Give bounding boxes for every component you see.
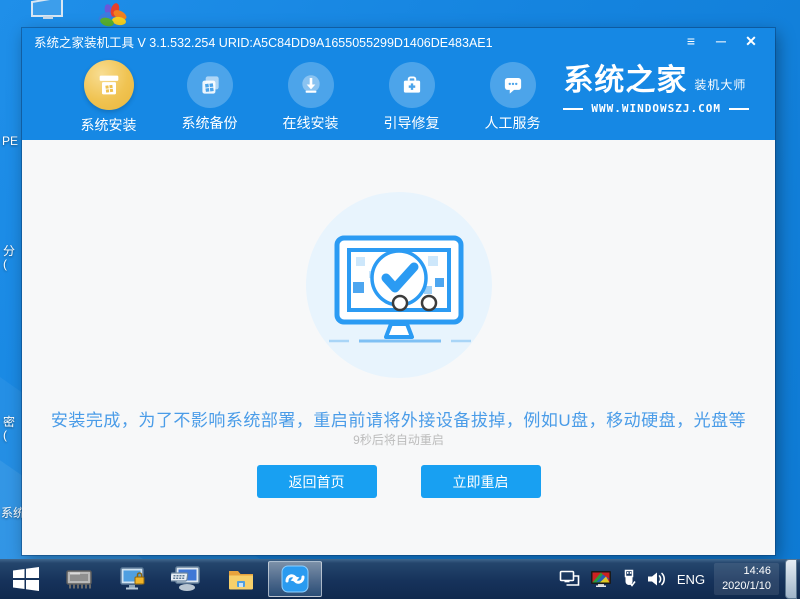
minimize-button[interactable]: ─	[709, 31, 733, 51]
desktop-label-fragment: PE	[2, 134, 19, 148]
desktop-label-fragment: 密 (	[3, 415, 16, 442]
folder-icon	[229, 571, 253, 590]
clock-time: 14:46	[743, 564, 771, 577]
titlebar: 系统之家装机工具 V 3.1.532.254 URID:A5C84DD9A165…	[22, 28, 775, 54]
nav-item-system-install[interactable]: 系统安装	[58, 60, 159, 135]
nav-item-label: 引导修复	[383, 115, 440, 131]
desktop-icon-computer[interactable]	[28, 0, 68, 27]
action-buttons: 返回首页 立即重启	[22, 465, 775, 498]
start-button[interactable]	[0, 559, 52, 599]
restart-countdown: 9秒后将自动重启	[353, 433, 444, 447]
brand-site: WWW.WINDOWSZJ.COM	[563, 102, 749, 115]
brand-title: 系统之家	[563, 64, 688, 97]
taskbar-item-onscreen-keyboard[interactable]	[160, 561, 214, 597]
clock[interactable]: 14:46 2020/1/10	[714, 562, 779, 596]
boot-repair-icon	[388, 62, 435, 108]
support-chat-icon	[489, 62, 536, 108]
close-button[interactable]: ✕	[739, 31, 763, 51]
nav-item-label: 系统备份	[181, 115, 238, 131]
install-complete-illustration	[299, 190, 499, 395]
monitor-lock-icon	[120, 567, 145, 590]
taskbar-item-memory-tool[interactable]	[52, 561, 106, 597]
keyboard-monitor-icon	[171, 566, 200, 591]
menu-button[interactable]: ≡	[679, 31, 703, 51]
nav-item-label: 在线安装	[282, 115, 339, 131]
nav-item-support-service[interactable]: 人工服务	[462, 60, 563, 133]
restart-now-button[interactable]: 立即重启	[420, 465, 541, 498]
brand-logo: 系统之家 装机大师 WWW.WINDOWSZJ.COM	[563, 60, 749, 115]
system-install-icon	[83, 60, 134, 110]
online-install-icon	[287, 62, 334, 108]
volume-icon[interactable]	[646, 570, 668, 588]
installer-window: 系统之家装机工具 V 3.1.532.254 URID:A5C84DD9A165…	[22, 28, 775, 555]
taskbar-item-remote-lock[interactable]	[106, 561, 160, 597]
memory-chip-icon	[66, 570, 92, 589]
language-indicator[interactable]: ENG	[677, 572, 705, 587]
installer-app-icon	[281, 565, 309, 593]
nav-item-boot-repair[interactable]: 引导修复	[361, 60, 462, 133]
usb-device-icon[interactable]	[621, 569, 637, 589]
system-tray: ENG 14:46 2020/1/10	[559, 562, 779, 596]
window-controls: ≡ ─ ✕	[679, 31, 763, 51]
clock-date: 2020/1/10	[722, 580, 771, 592]
nav-item-system-backup[interactable]: 系统备份	[159, 60, 260, 133]
network-icon[interactable]	[559, 570, 581, 588]
back-home-button[interactable]: 返回首页	[256, 465, 377, 498]
display-color-icon[interactable]	[590, 570, 612, 588]
nav-bar: 系统安装 系统备份 在线安装 引导修复 人工服务 系统之家 装机大师 WWW.W…	[22, 54, 775, 140]
desktop-label-fragment: 分 (	[3, 244, 16, 271]
taskbar-item-installer-app[interactable]	[268, 561, 322, 597]
brand-subtitle: 装机大师	[694, 78, 747, 92]
taskbar-item-file-explorer[interactable]	[214, 561, 268, 597]
nav-item-online-install[interactable]: 在线安装	[260, 60, 361, 133]
system-backup-icon	[186, 62, 233, 108]
main-content: 安装完成，为了不影响系统部署，重启前请将外接设备拔掉，例如U盘，移动硬盘，光盘等…	[22, 140, 775, 555]
windows-logo-icon	[13, 567, 39, 591]
nav-item-label: 人工服务	[484, 115, 541, 131]
install-complete-message: 安装完成，为了不影响系统部署，重启前请将外接设备拔掉，例如U盘，移动硬盘，光盘等	[50, 411, 747, 430]
window-title: 系统之家装机工具 V 3.1.532.254 URID:A5C84DD9A165…	[34, 35, 493, 50]
nav-item-label: 系统安装	[80, 117, 137, 133]
taskbar: ENG 14:46 2020/1/10	[0, 559, 800, 599]
show-desktop-button[interactable]	[785, 559, 797, 599]
